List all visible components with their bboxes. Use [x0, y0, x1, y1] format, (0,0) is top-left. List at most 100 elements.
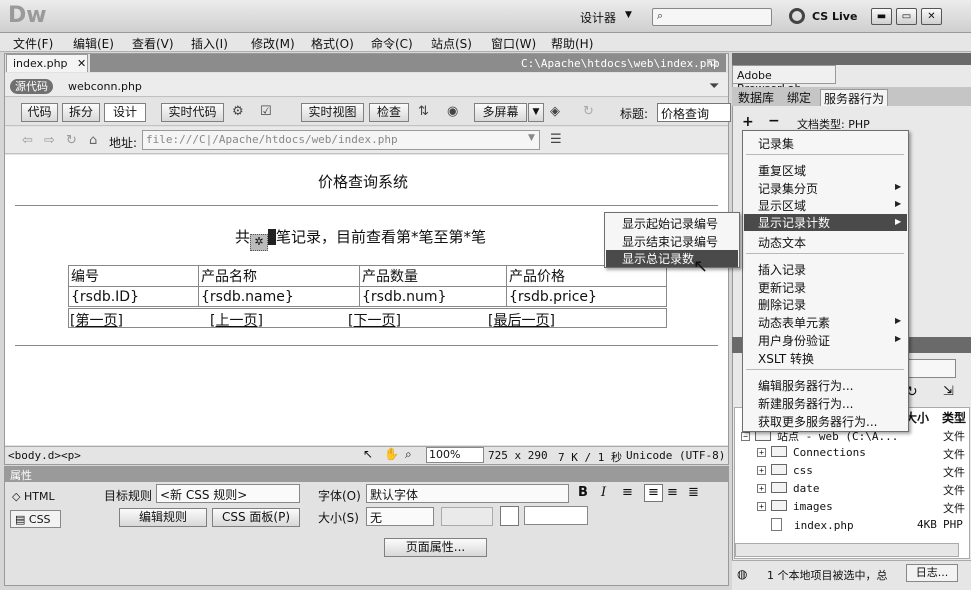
last-page-link[interactable]: [最后一页]	[488, 310, 555, 330]
home-icon[interactable]: ⌂	[89, 133, 97, 148]
list-item[interactable]: + date	[757, 482, 820, 495]
design-view-button[interactable]: 设计	[104, 103, 146, 122]
submenu-total-records[interactable]: 显示总记录数	[606, 250, 738, 267]
tab-server-behaviors[interactable]: 服务器行为	[820, 89, 889, 106]
filter-icon[interactable]: ⏷	[709, 79, 719, 94]
multiscreen-button[interactable]: 多屏幕	[474, 103, 527, 122]
workspace-switcher[interactable]: 设计器	[580, 9, 616, 26]
expand-icon[interactable]: +	[757, 448, 766, 457]
list-item[interactable]: + images	[757, 500, 833, 513]
menu-item-more-server-behaviors[interactable]: 获取更多服务器行为...	[758, 413, 877, 430]
forward-icon[interactable]: ⇨	[44, 133, 55, 148]
color-input[interactable]	[524, 506, 588, 525]
font-select[interactable]: 默认字体	[366, 484, 569, 503]
prev-page-link[interactable]: [上一页]	[210, 310, 263, 330]
live-view-button[interactable]: 实时视图	[301, 103, 364, 122]
edit-rule-button[interactable]: 编辑规则	[119, 508, 207, 527]
multiscreen-dropdown-icon[interactable]: ▼	[528, 103, 544, 122]
italic-button[interactable]: I	[601, 485, 606, 500]
menu-commands[interactable]: 命令(C)	[371, 35, 413, 52]
css-mode-button[interactable]: ▤ CSS	[10, 510, 61, 528]
collapse-icon[interactable]: −	[741, 432, 750, 441]
html-mode-button[interactable]: ◇ HTML	[12, 490, 55, 503]
document-tab[interactable]: index.php ✕	[6, 54, 88, 72]
menu-item-dynamic-text[interactable]: 动态文本	[758, 234, 806, 251]
restore-icon[interactable]: ⧉	[709, 56, 717, 70]
menu-item-user-auth[interactable]: 用户身份验证	[758, 332, 830, 349]
menu-format[interactable]: 格式(O)	[311, 35, 354, 52]
reload-icon[interactable]: ↻	[66, 133, 77, 148]
code-view-button[interactable]: 代码	[21, 103, 58, 122]
inspect-button[interactable]: 检查	[369, 103, 409, 122]
menu-item-repeat-region[interactable]: 重复区域	[758, 162, 806, 179]
tab-databases[interactable]: 数据库	[735, 89, 777, 106]
zoom-tool-icon[interactable]: ⌕	[405, 447, 412, 462]
menu-file[interactable]: 文件(F)	[13, 35, 53, 52]
address-input[interactable]: file:///C|/Apache/htdocs/web/index.php	[142, 130, 540, 150]
menu-item-xslt[interactable]: XSLT 转换	[758, 350, 814, 367]
menu-insert[interactable]: 插入(I)	[191, 35, 228, 52]
window-size[interactable]: 725 x 290	[488, 449, 548, 462]
align-right-icon[interactable]: ≡	[667, 485, 678, 500]
expand-icon[interactable]: +	[757, 484, 766, 493]
remove-behavior-icon[interactable]: −	[768, 113, 780, 129]
expand-icon[interactable]: +	[757, 502, 766, 511]
color-swatch[interactable]	[500, 506, 519, 526]
size-select[interactable]: 无	[366, 507, 434, 526]
close-tab-icon[interactable]: ✕	[77, 57, 86, 70]
submenu-first-record[interactable]: 显示起始记录编号	[622, 215, 718, 232]
target-rule-select[interactable]: <新 CSS 规则>	[156, 484, 300, 503]
next-page-link[interactable]: [下一页]	[348, 310, 401, 330]
back-icon[interactable]: ⇦	[22, 133, 33, 148]
menu-item-update-record[interactable]: 更新记录	[758, 279, 806, 296]
type-column-header[interactable]: 类型	[942, 409, 966, 426]
expand-icon[interactable]: +	[757, 466, 766, 475]
cslive-icon[interactable]	[789, 8, 805, 24]
source-code-button[interactable]: 源代码	[10, 79, 53, 94]
browser-check-icon[interactable]: ⚙	[232, 104, 244, 119]
cslive-label[interactable]: CS Live	[812, 10, 857, 23]
page-title-input[interactable]: 价格查询	[657, 103, 731, 122]
horizontal-scrollbar[interactable]	[735, 543, 959, 557]
add-behavior-icon[interactable]: +	[742, 114, 754, 130]
refresh-icon[interactable]: ↻	[583, 104, 594, 119]
record-count-placeholder-icon[interactable]: ✲	[250, 234, 269, 251]
menu-item-edit-server-behaviors[interactable]: 编辑服务器行为...	[758, 377, 853, 394]
css-panel-button[interactable]: CSS 面板(P)	[212, 508, 300, 527]
menu-modify[interactable]: 修改(M)	[251, 35, 295, 52]
search-input[interactable]	[652, 8, 772, 26]
tab-bindings[interactable]: 绑定	[784, 89, 814, 106]
submenu-last-record[interactable]: 显示结束记录编号	[622, 233, 718, 250]
menu-item-insert-record[interactable]: 插入记录	[758, 261, 806, 278]
minimize-button[interactable]: ▬	[871, 8, 892, 25]
validate-icon[interactable]: ☑	[260, 104, 272, 119]
preview-browser-icon[interactable]: ◉	[447, 104, 458, 119]
menu-edit[interactable]: 编辑(E)	[73, 35, 114, 52]
menu-view[interactable]: 查看(V)	[132, 35, 174, 52]
view-options-icon[interactable]: ☰	[550, 132, 562, 147]
chevron-down-icon[interactable]: ▼	[625, 10, 632, 20]
list-item[interactable]: + css	[757, 464, 813, 477]
align-left-icon[interactable]: ≡	[622, 485, 633, 500]
menu-site[interactable]: 站点(S)	[431, 35, 472, 52]
list-item[interactable]: index.php	[771, 518, 854, 532]
align-center-icon[interactable]: ≡	[644, 484, 663, 502]
close-button[interactable]: ✕	[921, 8, 942, 25]
menu-window[interactable]: 窗口(W)	[491, 35, 536, 52]
visual-aids-icon[interactable]: ◈	[550, 104, 560, 119]
expand-icon[interactable]: ⇲	[943, 384, 954, 399]
menu-item-recordset-paging[interactable]: 记录集分页	[758, 180, 818, 197]
align-justify-icon[interactable]: ≣	[688, 485, 699, 500]
list-item[interactable]: + Connections	[757, 446, 866, 459]
log-button[interactable]: 日志...	[906, 564, 958, 582]
menu-item-delete-record[interactable]: 删除记录	[758, 296, 806, 313]
related-file-webconn[interactable]: webconn.php	[68, 80, 142, 93]
pointer-tool-icon[interactable]: ↖	[363, 447, 373, 461]
split-view-button[interactable]: 拆分	[62, 103, 100, 122]
menu-item-recordset[interactable]: 记录集	[758, 135, 794, 152]
zoom-select[interactable]: 100%	[426, 447, 484, 463]
address-dropdown-icon[interactable]: ▼	[528, 133, 535, 143]
live-code-button[interactable]: 实时代码	[161, 103, 224, 122]
menu-help[interactable]: 帮助(H)	[551, 35, 593, 52]
menu-item-show-region[interactable]: 显示区域	[758, 197, 806, 214]
